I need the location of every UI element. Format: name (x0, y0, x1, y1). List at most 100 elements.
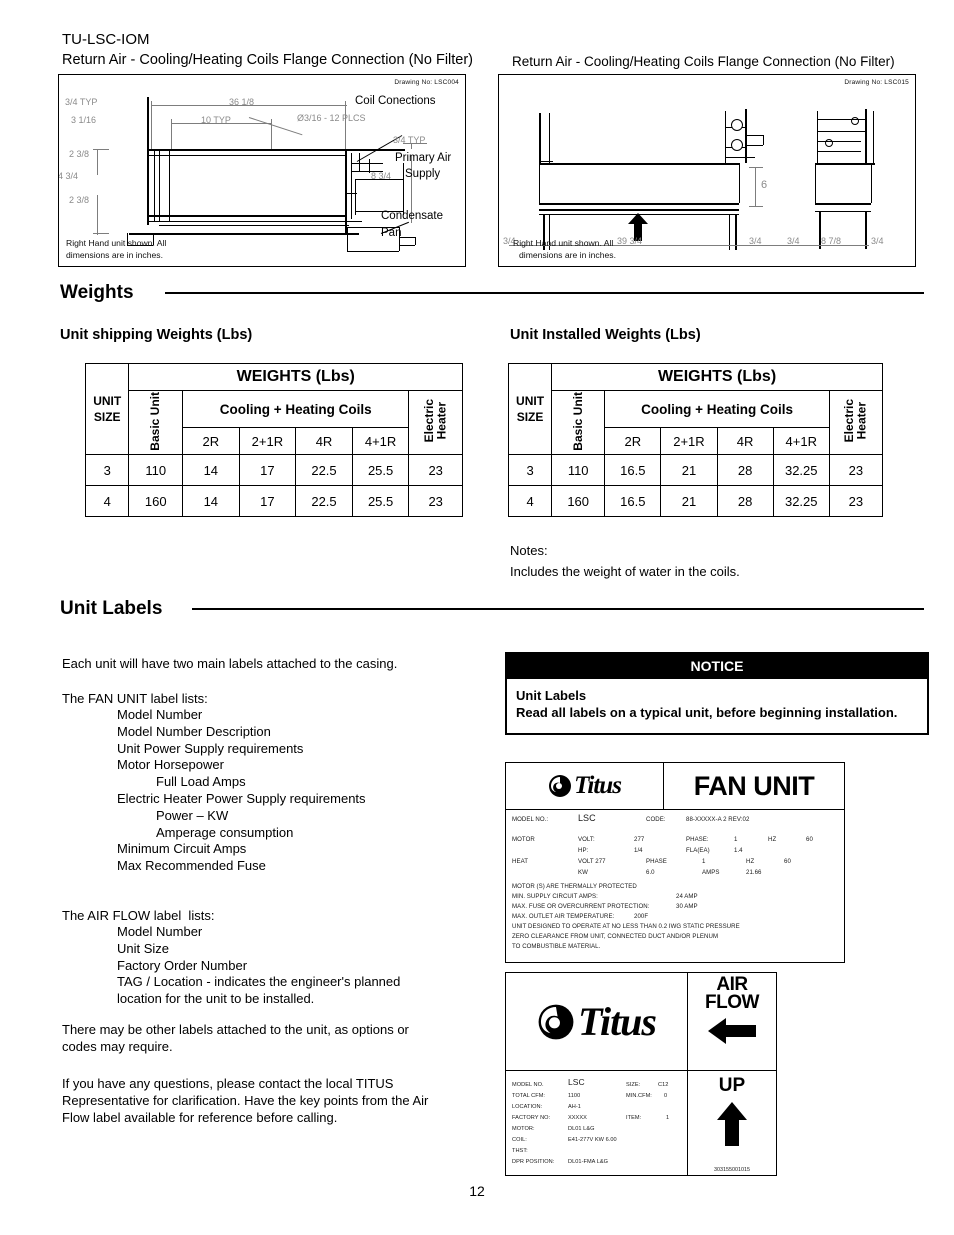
af-value-0: LSC (568, 1077, 585, 1087)
fan-unit-label-list-item-3: Motor Horsepower (117, 757, 224, 773)
table-row-group-headers: Basic Unit Cooling + Heating Coils Elect… (86, 390, 463, 455)
fan-heat-kw-value: 6.0 (646, 869, 655, 876)
fan-motor-hz-label: HZ (768, 836, 777, 843)
drawing-1-dim-8: 2 3/8 (69, 195, 90, 205)
shipping-r1-coil-0: 14 (182, 485, 240, 517)
drawing-1-dim-9: 3/4 TYP (393, 135, 426, 145)
drawing-2-frame: Drawing No: LSC015 3/4 39 3/4 3/4 6 3/4 … (498, 74, 916, 267)
table-row: 3 110 14 17 22.5 25.5 23 (84, 454, 463, 486)
fan-unit-label-list-item-4: Full Load Amps (156, 774, 246, 790)
table-row: 3 110 16.5 21 28 32.25 23 (507, 454, 884, 486)
fan-min-supply-amps-value: 24 AMP (676, 893, 698, 900)
weights-section-rule (165, 292, 924, 294)
installed-r0-coil-2: 28 (716, 454, 774, 486)
shipping-r0-coil-3: 25.5 (351, 454, 410, 486)
installed-col-unit-size: UNIT SIZE (507, 363, 553, 455)
fan-stmt-1: MIN. SUPPLY CIRCUIT AMPS: (512, 893, 598, 900)
shipping-weights-subheading: Unit shipping Weights (Lbs) (60, 327, 253, 343)
drawing-2-caption: Return Air - Cooling/Heating Coils Flang… (512, 54, 895, 69)
air-flow-label-list-item-2: Factory Order Number (117, 957, 248, 973)
af-value-2: AH-1 (568, 1104, 581, 1110)
drawing-2-note-line2: dimensions are in inches. (519, 250, 616, 260)
notice-body: Unit Labels Read all labels on a typical… (507, 679, 927, 733)
air-flow-label-list-item-3: TAG / Location - indicates the engineer'… (117, 974, 401, 990)
fan-unit-label-list-item-8: Minimum Circuit Amps (117, 841, 247, 857)
installed-r1-coil-0: 16.5 (604, 485, 662, 517)
drawing-2-note-line1: Right Hand unit shown. All (513, 238, 614, 248)
unit-labels-section-rule (192, 608, 924, 610)
drawing-2-dim-2: 39 3/4 (617, 236, 643, 246)
fan-code-label: CODE: (646, 816, 666, 823)
titus-swirl-icon (538, 1004, 574, 1039)
fan-unit-label-image: Titus FAN UNIT MODEL NO.: LSC CODE: 88-X… (505, 762, 845, 963)
shipping-r0-unit-size: 3 (84, 454, 130, 486)
air-flow-label-list-item-0: Model Number (117, 924, 203, 939)
shipping-coil-col-1: 2+1R (238, 427, 297, 455)
af-value-7: DL01-FMA L&G (568, 1159, 609, 1165)
drawing-1-number: Drawing No: LSC004 (394, 79, 459, 86)
shipping-r1-unit-size: 4 (84, 485, 130, 517)
fan-stmt-3: MAX. OUTLET AIR TEMPERATURE: (512, 913, 615, 920)
af-label-0: MODEL NO. (512, 1082, 544, 1088)
shipping-weights-table: UNIT SIZE WEIGHTS (Lbs) Basic Unit Cooli… (84, 363, 463, 517)
af-label-1: TOTAL CFM: (512, 1093, 546, 1099)
fan-unit-label-list-item-2: Unit Power Supply requirements (117, 740, 304, 756)
fan-heat-amps-label: AMPS (702, 869, 720, 876)
air-flow-up-panel: UP 303155001015 (688, 1071, 776, 1175)
shipping-coil-col-3: 4+1R (351, 427, 410, 455)
af-label-6: THST: (512, 1148, 528, 1154)
installed-coil-col-1: 2+1R (660, 427, 718, 455)
installed-r1-coil-1: 21 (660, 485, 718, 517)
drawing-1-note-line2: dimensions are in inches. (66, 250, 163, 260)
shipping-r1-basic-unit: 160 (128, 485, 184, 517)
installed-r1-basic-unit: 160 (551, 485, 606, 517)
drawing-1-dim-6: 2 3/8 (69, 149, 90, 159)
fan-heat-phase-value: 1 (702, 858, 706, 865)
document-code: TU-LSC-IOM (62, 31, 150, 48)
unit-labels-section-heading: Unit Labels (60, 598, 163, 619)
installed-r0-coil-0: 16.5 (604, 454, 662, 486)
air-flow-up-arrow-icon (717, 1102, 747, 1146)
drawing-2-dim-4: 6 (761, 179, 768, 191)
fan-motor-hp-label: HP: (578, 847, 589, 854)
weights-section-heading: Weights (60, 282, 134, 303)
notice-title: Unit Labels (516, 688, 587, 703)
titus-logo-fan-unit: Titus (506, 763, 664, 809)
titus-swirl-icon (549, 775, 572, 797)
fan-unit-label-body: MODEL NO.: LSC CODE: 88-XXXXX-A 2 REV:02… (506, 809, 844, 962)
fan-unit-label-list-item-0: Model Number (117, 707, 203, 722)
installed-weights-table: UNIT SIZE WEIGHTS (Lbs) Basic Unit Cooli… (507, 363, 884, 517)
page-number: 12 (469, 1183, 485, 1199)
fan-heat-volt-label: VOLT 277 (578, 858, 606, 865)
installed-r1-unit-size: 4 (507, 485, 553, 517)
fan-stmt-2: MAX. FUSE OR OVERCURRENT PROTECTION: (512, 903, 650, 910)
shipping-r1-coil-3: 25.5 (351, 485, 410, 517)
document-page: TU-LSC-IOM Return Air - Cooling/Heating … (0, 0, 954, 1235)
shipping-r0-coil-2: 22.5 (295, 454, 353, 486)
air-flow-label-image: Titus AIR FLOW MODEL NO. LSC TOTAL CFM: … (505, 972, 777, 1176)
fan-motor-label: MOTOR (512, 836, 535, 843)
af-value-3: XXXXX (568, 1115, 587, 1121)
af-right-value-0: C12 (658, 1082, 669, 1088)
fan-stmt-4: UNIT DESIGNED TO OPERATE AT NO LESS THAN… (512, 923, 740, 930)
air-flow-serial-number: 303155001015 (714, 1167, 750, 1173)
shipping-r0-coil-1: 17 (238, 454, 297, 486)
air-flow-label-list-item-1: Unit Size (117, 940, 170, 956)
fan-max-fuse-value: 30 AMP (676, 903, 698, 910)
table-row-group-headers: Basic Unit Cooling + Heating Coils Elect… (509, 390, 884, 455)
installed-r0-electric-heater: 23 (828, 454, 884, 486)
af-label-7: DPR POSITION: (512, 1159, 555, 1165)
installed-notes-text: Includes the weight of water in the coil… (510, 564, 740, 579)
fan-heat-kw-label: KW (578, 869, 588, 876)
notice-bar-title: NOTICE (507, 654, 927, 679)
af-label-5: COIL: (512, 1137, 527, 1143)
drawing-1-dim-2: 36 1/8 (229, 97, 255, 107)
installed-coil-col-0: 2R (604, 427, 662, 455)
fan-heat-hz-value: 60 (784, 858, 791, 865)
installed-r1-electric-heater: 23 (828, 485, 884, 517)
drawing-2-dim-6: 8 7/8 (821, 236, 842, 246)
fan-unit-label-header: Titus FAN UNIT (506, 763, 844, 809)
other-labels-paragraph: There may be other labels attached to th… (62, 1022, 409, 1055)
air-flow-label-item-list: Model Number Unit Size Factory Order Numbe… (62, 924, 400, 1008)
fan-max-outlet-temp-value: 200F (634, 913, 649, 920)
